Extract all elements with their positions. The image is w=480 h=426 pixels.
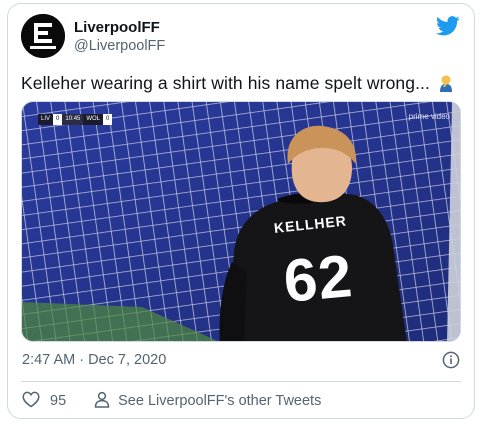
liverpoolff-logo [21,14,65,58]
person-icon [94,391,110,412]
info-icon[interactable] [442,351,460,374]
broadcaster-watermark: prime video [408,112,450,121]
user-handle[interactable]: @LiverpoolFF [74,38,165,54]
see-other-tweets-label: See LiverpoolFF's other Tweets [118,393,322,409]
avatar[interactable] [21,14,65,58]
tweet-text-content: Kelleher wearing a shirt with his name s… [21,73,430,93]
person-facepalming-emoji [437,74,455,92]
like-count: 95 [50,393,67,409]
divider [21,381,461,382]
scorebug: LIV 0 10:45 WOL 0 [38,114,113,125]
tweet-media-image[interactable]: LIV 0 10:45 WOL 0 prime video KELLHER 62 [21,101,461,342]
away-team: WOL [83,114,104,125]
tweet-text: Kelleher wearing a shirt with his name s… [21,73,455,94]
away-score: 0 [103,114,113,125]
home-score: 0 [53,114,63,125]
like-button[interactable]: 95 [22,391,66,412]
shirt-number: 62 [281,242,356,315]
match-clock: 10:45 [62,114,84,125]
tweet-timestamp[interactable]: 2:47 AM · Dec 7, 2020 [22,352,166,368]
heart-icon [22,391,40,412]
see-other-tweets-link[interactable]: See LiverpoolFF's other Tweets [94,391,321,412]
home-team: LIV [38,114,54,125]
twitter-bird-icon[interactable] [436,16,460,41]
tweet-card: LiverpoolFF @LiverpoolFF Kelleher wearin… [7,3,475,419]
display-name[interactable]: LiverpoolFF [74,19,160,36]
tweet-actions: 95 See LiverpoolFF's other Tweets [22,391,321,411]
match-photo [22,102,460,341]
